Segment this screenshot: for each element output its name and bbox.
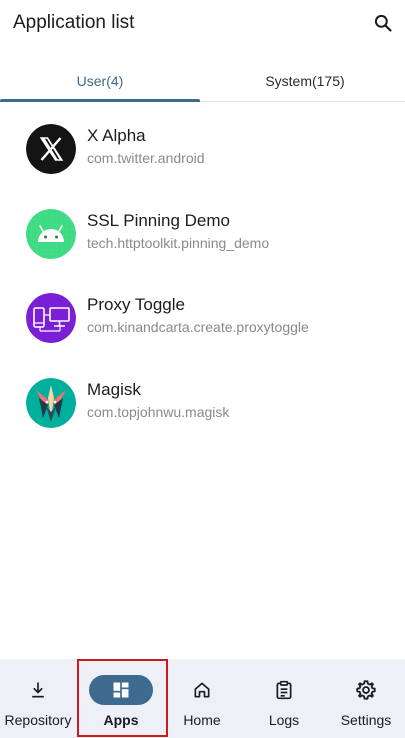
- nav-item-repository[interactable]: Repository: [0, 659, 76, 738]
- magisk-icon: [26, 377, 76, 428]
- android-icon: [26, 208, 76, 259]
- tab-system[interactable]: System(175): [205, 60, 405, 102]
- nav-label: Repository: [4, 712, 72, 728]
- app-package: com.kinandcarta.create.proxytoggle: [87, 319, 309, 335]
- list-item[interactable]: SSL Pinning Demo tech.httptoolkit.pinnin…: [0, 193, 405, 278]
- search-icon: [374, 14, 392, 32]
- nav-item-settings[interactable]: Settings: [330, 659, 402, 738]
- list-item[interactable]: Magisk com.topjohnwu.magisk: [0, 362, 405, 447]
- nav-active-indicator: [89, 675, 153, 705]
- nav-label: Apps: [103, 712, 139, 728]
- app-name: Proxy Toggle: [87, 295, 185, 314]
- tab-bar: User(4) System(175): [0, 60, 405, 102]
- app-name: Magisk: [87, 379, 141, 399]
- app-package: com.topjohnwu.magisk: [87, 403, 230, 420]
- app-name: SSL Pinning Demo: [87, 210, 231, 230]
- list-item[interactable]: Proxy Toggle com.kinandcarta.create.prox…: [0, 277, 405, 362]
- tab-indicator: [0, 99, 200, 102]
- proxy-toggle-icon: [26, 293, 76, 343]
- tab-user-label: User(4): [76, 73, 124, 89]
- x-logo-icon: [26, 124, 76, 174]
- list-item[interactable]: X Alpha com.twitter.android: [0, 108, 405, 193]
- download-icon: [32, 682, 44, 698]
- bottom-navigation: Repository Apps Home Logs Settings: [0, 659, 405, 738]
- app-list: X Alpha com.twitter.android SSL Pinning …: [0, 108, 405, 446]
- app-package: tech.httptoolkit.pinning_demo: [87, 234, 270, 251]
- clipboard-icon: [276, 680, 292, 700]
- nav-item-home[interactable]: Home: [166, 659, 238, 738]
- tab-system-label: System(175): [265, 73, 345, 89]
- gear-icon: [356, 680, 376, 700]
- tab-user[interactable]: User(4): [0, 60, 200, 102]
- page-title: Application list: [13, 12, 135, 33]
- nav-label: Settings: [340, 712, 392, 728]
- app-name: X Alpha: [87, 126, 146, 145]
- top-app-bar: Application list: [0, 0, 405, 46]
- nav-item-apps[interactable]: Apps: [76, 659, 166, 738]
- search-button[interactable]: [370, 10, 396, 36]
- nav-label: Home: [183, 712, 221, 728]
- app-package: com.twitter.android: [87, 150, 205, 166]
- apps-grid-icon: [113, 682, 129, 698]
- home-icon: [194, 682, 210, 698]
- nav-item-logs[interactable]: Logs: [250, 659, 318, 738]
- nav-label: Logs: [268, 712, 300, 728]
